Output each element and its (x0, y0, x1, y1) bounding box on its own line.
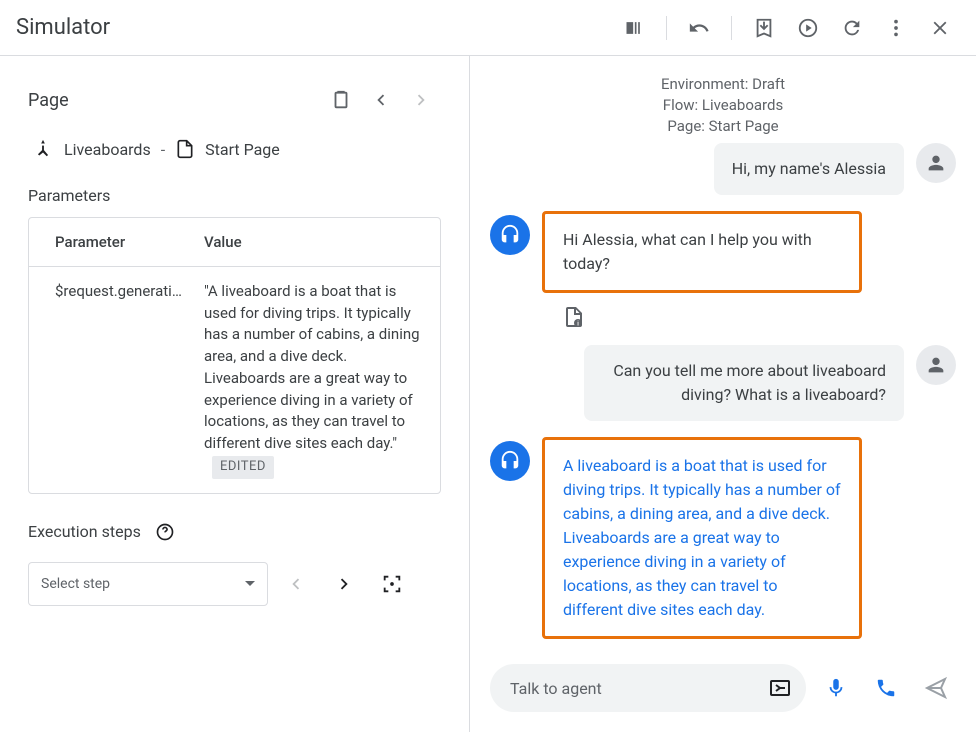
headset-icon (499, 224, 521, 246)
step-prev-button[interactable] (276, 564, 316, 604)
agent-avatar (490, 441, 530, 481)
breadcrumb-page: Start Page (205, 140, 280, 159)
environment-info: Environment: Draft Flow: Liveaboards Pag… (470, 56, 976, 143)
table-header-row: Parameter Value (29, 218, 440, 267)
user-message-bubble: Hi, my name's Alessia (714, 143, 904, 195)
play-icon (797, 17, 819, 39)
person-icon (925, 152, 947, 174)
agent-message-bubble: A liveaboard is a boat that is used for … (542, 437, 862, 639)
select-step-placeholder: Select step (41, 576, 110, 592)
page-next-button[interactable] (401, 80, 441, 120)
clipboard-icon (330, 89, 352, 111)
chevron-left-icon (370, 89, 392, 111)
send-icon (924, 676, 948, 700)
chevron-right-icon (333, 573, 355, 595)
chevron-left-icon (285, 573, 307, 595)
user-avatar (916, 143, 956, 183)
phone-icon (875, 677, 897, 699)
chat-input-bar: Talk to agent (470, 652, 976, 732)
page-prev-button[interactable] (361, 80, 401, 120)
env-line-1: Environment: Draft (490, 74, 956, 95)
param-value-cell: "A liveaboard is a boat that is used for… (204, 267, 440, 493)
param-name-cell: $request.generative.res (29, 267, 204, 493)
agent-avatar (490, 215, 530, 255)
focus-button[interactable] (372, 564, 412, 604)
play-button[interactable] (788, 8, 828, 48)
app-title: Simulator (16, 15, 110, 40)
message-row-agent: Hi Alessia, what can I help you with tod… (490, 211, 956, 293)
save-button[interactable] (744, 8, 784, 48)
top-actions (614, 8, 960, 48)
message-row-agent: A liveaboard is a boat that is used for … (490, 437, 956, 639)
person-icon (925, 354, 947, 376)
page-icon (175, 139, 195, 159)
left-panel: Page Liveaboards - S (0, 56, 470, 732)
panel-toggle-icon (624, 18, 644, 38)
focus-icon (381, 573, 403, 595)
col-header-parameter: Parameter (29, 218, 204, 266)
close-button[interactable] (920, 8, 960, 48)
undo-icon (688, 17, 710, 39)
flow-icon (32, 138, 54, 160)
headset-icon (499, 450, 521, 472)
execution-steps-title: Execution steps (28, 522, 141, 541)
user-avatar (916, 345, 956, 385)
breadcrumb: Liveaboards - Start Page (28, 138, 441, 160)
clipboard-button[interactable] (321, 80, 361, 120)
user-message-bubble: Can you tell me more about liveaboard di… (584, 345, 904, 421)
more-vert-icon (885, 17, 907, 39)
phone-button[interactable] (866, 668, 906, 708)
step-next-button[interactable] (324, 564, 364, 604)
chevron-right-icon (410, 89, 432, 111)
param-value-text: "A liveaboard is a boat that is used for… (204, 282, 420, 452)
panel-toggle-button[interactable] (614, 8, 654, 48)
parameters-title: Parameters (28, 186, 441, 205)
send-button[interactable] (916, 668, 956, 708)
agent-message-bubble: Hi Alessia, what can I help you with tod… (542, 211, 862, 293)
env-line-3: Page: Start Page (490, 116, 956, 137)
document-info-icon: i (562, 305, 586, 329)
top-bar: Simulator (0, 0, 976, 56)
message-row-user: Can you tell me more about liveaboard di… (490, 345, 956, 421)
mic-button[interactable] (816, 668, 856, 708)
help-button[interactable] (151, 518, 179, 546)
document-attachment[interactable]: i (490, 305, 956, 329)
enter-icon (768, 676, 792, 700)
refresh-button[interactable] (832, 8, 872, 48)
submit-input-button[interactable] (762, 670, 798, 706)
chevron-down-icon (245, 581, 255, 586)
divider (666, 16, 667, 40)
parameters-table: Parameter Value $request.generative.res … (28, 217, 441, 494)
table-row[interactable]: $request.generative.res "A liveaboard is… (29, 267, 440, 493)
conversation: Hi, my name's Alessia Hi Alessia, what c… (470, 143, 976, 652)
chat-input-placeholder: Talk to agent (510, 679, 762, 698)
env-line-2: Flow: Liveaboards (490, 95, 956, 116)
undo-button[interactable] (679, 8, 719, 48)
save-icon (753, 17, 775, 39)
page-section-title: Page (28, 90, 69, 111)
breadcrumb-separator: - (161, 140, 165, 159)
edited-badge: EDITED (212, 456, 274, 479)
overflow-menu-button[interactable] (876, 8, 916, 48)
close-icon (929, 17, 951, 39)
breadcrumb-flow: Liveaboards (64, 140, 151, 159)
right-panel: Environment: Draft Flow: Liveaboards Pag… (470, 56, 976, 732)
refresh-icon (841, 17, 863, 39)
message-row-user: Hi, my name's Alessia (490, 143, 956, 195)
select-step-dropdown[interactable]: Select step (28, 562, 268, 606)
divider (731, 16, 732, 40)
col-header-value: Value (204, 218, 440, 266)
mic-icon (825, 677, 847, 699)
help-icon (155, 522, 175, 542)
chat-input[interactable]: Talk to agent (490, 664, 806, 712)
